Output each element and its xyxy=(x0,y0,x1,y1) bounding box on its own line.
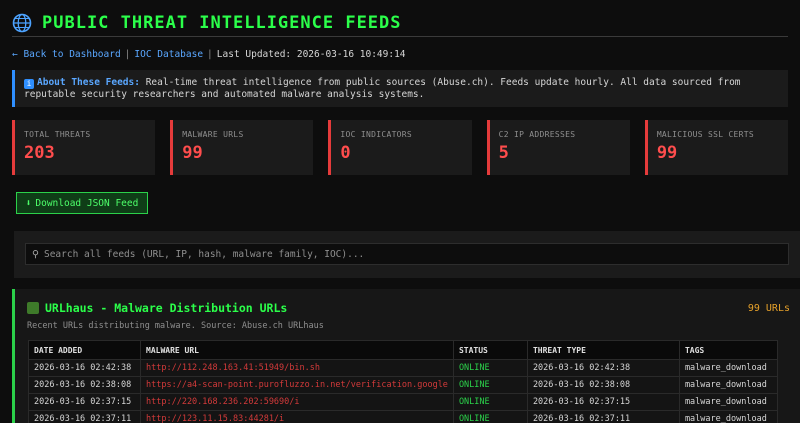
nav-separator: | xyxy=(124,49,131,60)
stat-card-malicious-ssl-certs: MALICIOUS SSL CERTS 99 xyxy=(644,120,789,175)
cell-url[interactable]: https://a4-scan-point.purofluzzo.in.net/… xyxy=(140,376,454,394)
col-date-added[interactable]: DATE ADDED xyxy=(28,340,141,360)
info-label: About These Feeds: xyxy=(37,77,140,88)
malware-icon xyxy=(27,302,39,314)
back-to-dashboard-link[interactable]: ← Back to Dashboard xyxy=(12,49,121,60)
stat-value: 203 xyxy=(24,143,55,163)
info-icon: i xyxy=(24,79,34,89)
nav-separator: | xyxy=(207,49,213,60)
cell-status: ONLINE xyxy=(452,393,528,411)
feed-count: 99 URLs xyxy=(747,302,790,314)
cell-url[interactable]: http://220.168.236.202:59690/i xyxy=(140,393,454,411)
download-icon: ⬇ xyxy=(25,197,32,209)
cell-date: 2026-03-16 02:37:11 xyxy=(28,410,141,423)
feed-subtitle: Recent URLs distributing malware. Source… xyxy=(27,321,324,331)
stat-card-ioc-indicators: IOC INDICATORS 0 xyxy=(328,120,472,175)
cell-tags: malware_download xyxy=(678,376,779,394)
cell-url[interactable]: http://123.11.15.83:44281/i xyxy=(140,410,454,423)
download-label: Download JSON Feed xyxy=(35,197,139,209)
urlhaus-table: DATE ADDED MALWARE URL STATUS THREAT TYP… xyxy=(28,340,779,423)
globe-icon xyxy=(12,13,32,32)
table-header-row: DATE ADDED MALWARE URL STATUS THREAT TYP… xyxy=(28,340,779,360)
stat-label: C2 IP ADDRESSES xyxy=(498,130,576,139)
cell-threat-type: 2026-03-16 02:37:15 xyxy=(526,393,680,411)
stat-card-c2-ip-addresses: C2 IP ADDRESSES 5 xyxy=(486,120,630,175)
stat-label: TOTAL THREATS xyxy=(24,130,91,139)
last-updated: Last Updated: 2026-03-16 10:49:14 xyxy=(216,49,406,60)
table-row[interactable]: 2026-03-16 02:37:15 http://220.168.236.2… xyxy=(28,393,779,411)
stat-label: IOC INDICATORS xyxy=(340,130,413,139)
page-title: PUBLIC THREAT INTELLIGENCE FEEDS xyxy=(42,12,402,33)
feed-header: URLhaus - Malware Distribution URLs 99 U… xyxy=(27,299,790,317)
col-malware-url[interactable]: MALWARE URL xyxy=(140,340,454,360)
stat-value: 5 xyxy=(498,143,509,163)
col-tags[interactable]: TAGS xyxy=(678,340,779,360)
stat-value: 99 xyxy=(656,143,678,163)
cell-url[interactable]: http://112.248.163.41:51949/bin.sh xyxy=(140,359,454,377)
cell-date: 2026-03-16 02:38:08 xyxy=(28,376,141,394)
ioc-database-link[interactable]: IOC Database xyxy=(134,49,203,60)
col-threat-type[interactable]: THREAT TYPE xyxy=(526,340,680,360)
stat-value: 0 xyxy=(340,143,351,163)
table-row[interactable]: 2026-03-16 02:37:11 http://123.11.15.83:… xyxy=(28,410,779,423)
cell-status: ONLINE xyxy=(452,376,528,394)
cell-threat-type: 2026-03-16 02:37:11 xyxy=(526,410,680,423)
breadcrumb: ← Back to Dashboard | IOC Database | Last Up… xyxy=(12,49,406,60)
cell-tags: malware_download xyxy=(678,393,779,411)
col-status[interactable]: STATUS xyxy=(452,340,528,360)
stats-row: TOTAL THREATS 203 MALWARE URLS 99 IOC IN… xyxy=(12,120,789,175)
download-json-button[interactable]: ⬇ Download JSON Feed xyxy=(16,192,148,214)
page-header: PUBLIC THREAT INTELLIGENCE FEEDS xyxy=(12,9,788,37)
search-input[interactable]: ⚲ Search all feeds (URL, IP, hash, malwa… xyxy=(25,243,789,265)
cell-tags: malware_download xyxy=(678,410,779,423)
info-box: i About These Feeds: Real-time threat int… xyxy=(12,70,788,107)
stat-value: 99 xyxy=(182,143,203,163)
stat-label: MALWARE URLS xyxy=(182,130,244,139)
urlhaus-feed-panel: URLhaus - Malware Distribution URLs 99 U… xyxy=(12,289,800,423)
search-panel: ⚲ Search all feeds (URL, IP, hash, malwa… xyxy=(14,231,800,278)
cell-date: 2026-03-16 02:37:15 xyxy=(28,393,141,411)
table-row[interactable]: 2026-03-16 02:38:08 https://a4-scan-poin… xyxy=(28,376,779,394)
cell-threat-type: 2026-03-16 02:38:08 xyxy=(526,376,680,394)
search-icon: ⚲ xyxy=(32,248,39,260)
feed-title: URLhaus - Malware Distribution URLs xyxy=(45,301,288,315)
cell-date: 2026-03-16 02:42:38 xyxy=(28,359,141,377)
table-row[interactable]: 2026-03-16 02:42:38 http://112.248.163.4… xyxy=(28,359,779,377)
stat-label: MALICIOUS SSL CERTS xyxy=(656,130,755,139)
cell-status: ONLINE xyxy=(452,410,528,423)
cell-tags: malware_download xyxy=(678,359,779,377)
cell-threat-type: 2026-03-16 02:42:38 xyxy=(526,359,680,377)
stat-card-malware-urls: MALWARE URLS 99 xyxy=(170,120,314,175)
search-placeholder: Search all feeds (URL, IP, hash, malware… xyxy=(43,248,365,260)
cell-status: ONLINE xyxy=(452,359,528,377)
stat-card-total-threats: TOTAL THREATS 203 xyxy=(12,120,156,175)
